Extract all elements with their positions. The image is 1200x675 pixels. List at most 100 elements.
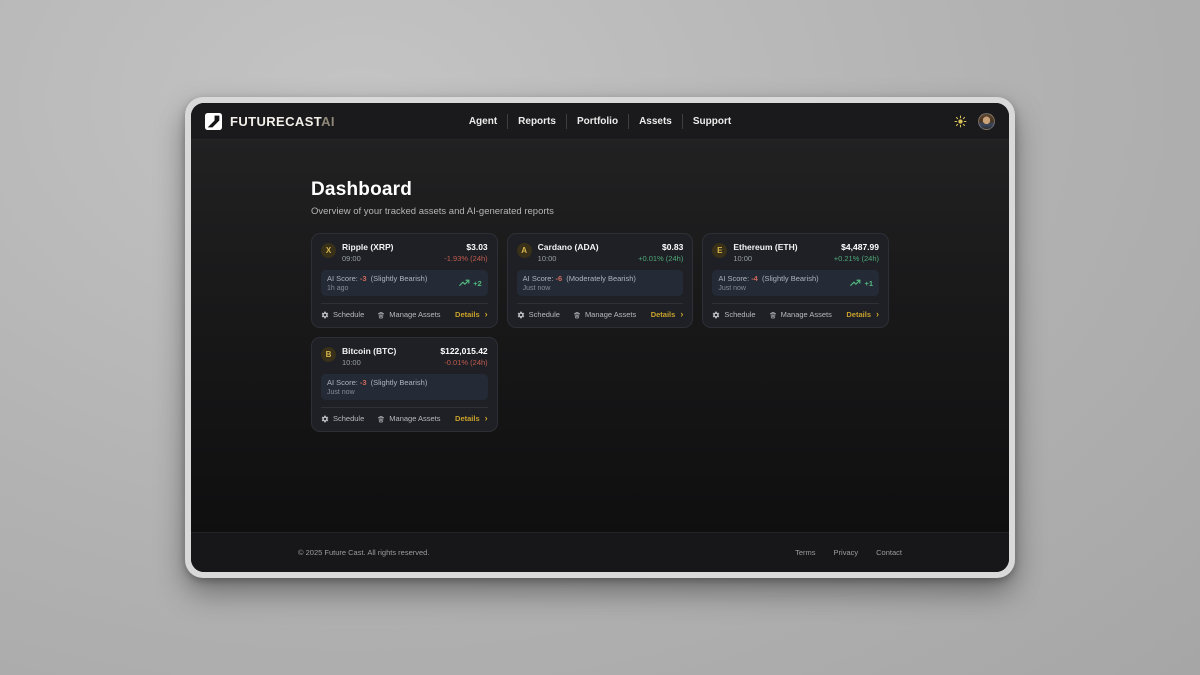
asset-name: Ethereum (ETH) bbox=[733, 242, 797, 252]
ai-score-label: AI Score: bbox=[523, 274, 554, 283]
manage-assets-button[interactable]: Manage Assets bbox=[377, 310, 440, 319]
schedule-button[interactable]: Schedule bbox=[712, 310, 755, 319]
copyright: © 2025 Future Cast. All rights reserved. bbox=[298, 548, 429, 557]
schedule-button[interactable]: Schedule bbox=[321, 414, 364, 423]
details-button[interactable]: Details› bbox=[846, 310, 879, 319]
footer-link-contact[interactable]: Contact bbox=[876, 548, 902, 557]
chevron-right-icon: › bbox=[485, 414, 488, 423]
chevron-right-icon: › bbox=[680, 310, 683, 319]
app-header: FUTURECASTAI Agent Reports Portfolio Ass… bbox=[191, 103, 1009, 140]
main-nav: Agent Reports Portfolio Assets Support bbox=[459, 114, 741, 129]
asset-price: $4,487.99 bbox=[834, 242, 879, 252]
details-button[interactable]: Details› bbox=[651, 310, 684, 319]
brand: FUTURECASTAI bbox=[205, 113, 459, 130]
asset-card-ethereum: E Ethereum (ETH) 10:00 $4,487.99 +0.21% … bbox=[702, 233, 889, 328]
asset-coin-icon: A bbox=[517, 243, 532, 258]
asset-price-block: $3.03 -1.93% (24h) bbox=[444, 242, 487, 263]
card-header: E Ethereum (ETH) 10:00 $4,487.99 +0.21% … bbox=[712, 242, 879, 263]
gear-icon bbox=[321, 415, 329, 423]
trend-badge: +2 bbox=[459, 279, 482, 288]
asset-title-block: Ripple (XRP) 09:00 bbox=[342, 242, 393, 263]
page-title: Dashboard bbox=[311, 179, 889, 201]
card-actions: Schedule Manage Assets Details› bbox=[321, 303, 488, 319]
asset-title-block: Cardano (ADA) 10:00 bbox=[538, 242, 599, 263]
ai-sentiment: (Slightly Bearish) bbox=[371, 274, 428, 283]
asset-time: 10:00 bbox=[733, 254, 797, 263]
ai-updated: Just now bbox=[327, 389, 427, 396]
manage-assets-button[interactable]: Manage Assets bbox=[573, 310, 636, 319]
ai-score-value: -3 bbox=[360, 274, 367, 283]
footer-link-terms[interactable]: Terms bbox=[795, 548, 815, 557]
nav-item-reports[interactable]: Reports bbox=[507, 114, 566, 129]
trash-icon bbox=[377, 415, 385, 423]
nav-item-assets[interactable]: Assets bbox=[628, 114, 682, 129]
asset-price: $0.83 bbox=[638, 242, 683, 252]
trend-value: +1 bbox=[864, 279, 873, 288]
manage-assets-button[interactable]: Manage Assets bbox=[377, 414, 440, 423]
asset-change: -0.01% (24h) bbox=[440, 358, 487, 367]
theme-toggle-sun-icon[interactable] bbox=[954, 115, 967, 128]
nav-item-support[interactable]: Support bbox=[682, 114, 741, 129]
asset-change: -1.93% (24h) bbox=[444, 254, 487, 263]
ai-score-label: AI Score: bbox=[327, 274, 358, 283]
card-header: X Ripple (XRP) 09:00 $3.03 -1.93% (24h) bbox=[321, 242, 488, 263]
card-actions: Schedule Manage Assets Details› bbox=[712, 303, 879, 319]
header-right bbox=[741, 113, 995, 130]
asset-time: 09:00 bbox=[342, 254, 393, 263]
card-actions: Schedule Manage Assets Details› bbox=[321, 407, 488, 423]
asset-price: $122,015.42 bbox=[440, 346, 487, 356]
ai-updated: 1h ago bbox=[327, 285, 427, 292]
brand-name: FUTURECASTAI bbox=[230, 114, 335, 129]
asset-coin-icon: X bbox=[321, 243, 336, 258]
details-button[interactable]: Details› bbox=[455, 310, 488, 319]
details-button[interactable]: Details› bbox=[455, 414, 488, 423]
nav-item-portfolio[interactable]: Portfolio bbox=[566, 114, 628, 129]
ai-score-value: -4 bbox=[751, 274, 758, 283]
asset-card-cardano: A Cardano (ADA) 10:00 $0.83 +0.01% (24h) bbox=[507, 233, 694, 328]
asset-time: 10:00 bbox=[538, 254, 599, 263]
asset-name: Bitcoin (BTC) bbox=[342, 346, 396, 356]
ai-score-text: AI Score:-3 (Slightly Bearish) Just now bbox=[327, 378, 427, 396]
manage-assets-button[interactable]: Manage Assets bbox=[769, 310, 832, 319]
footer-link-privacy[interactable]: Privacy bbox=[834, 548, 859, 557]
ai-score-label: AI Score: bbox=[327, 378, 358, 387]
gear-icon bbox=[517, 311, 525, 319]
dashboard-main: Dashboard Overview of your tracked asset… bbox=[191, 140, 1009, 532]
asset-price-block: $122,015.42 -0.01% (24h) bbox=[440, 346, 487, 367]
asset-card-grid: X Ripple (XRP) 09:00 $3.03 -1.93% (24h) bbox=[311, 233, 889, 432]
asset-coin-icon: B bbox=[321, 347, 336, 362]
ai-score-label: AI Score: bbox=[718, 274, 749, 283]
trash-icon bbox=[573, 311, 581, 319]
asset-change: +0.01% (24h) bbox=[638, 254, 683, 263]
ai-score-panel: AI Score:-4 (Slightly Bearish) Just now … bbox=[712, 270, 879, 296]
brand-name-accent: AI bbox=[321, 114, 335, 129]
trash-icon bbox=[377, 311, 385, 319]
user-avatar[interactable] bbox=[978, 113, 995, 130]
asset-title-block: Bitcoin (BTC) 10:00 bbox=[342, 346, 396, 367]
ai-score-panel: AI Score:-6 (Moderately Bearish) Just no… bbox=[517, 270, 684, 296]
asset-price: $3.03 bbox=[444, 242, 487, 252]
schedule-button[interactable]: Schedule bbox=[517, 310, 560, 319]
app-surface: FUTURECASTAI Agent Reports Portfolio Ass… bbox=[191, 103, 1009, 572]
brand-name-main: FUTURECAST bbox=[230, 114, 321, 129]
asset-name: Ripple (XRP) bbox=[342, 242, 393, 252]
gear-icon bbox=[321, 311, 329, 319]
ai-score-panel: AI Score:-3 (Slightly Bearish) 1h ago +2 bbox=[321, 270, 488, 296]
trend-up-icon bbox=[459, 279, 470, 287]
ai-updated: Just now bbox=[523, 285, 636, 292]
nav-item-agent[interactable]: Agent bbox=[459, 114, 507, 129]
trend-value: +2 bbox=[473, 279, 482, 288]
ai-score-value: -6 bbox=[556, 274, 563, 283]
page-subtitle: Overview of your tracked assets and AI-g… bbox=[311, 206, 889, 217]
schedule-button[interactable]: Schedule bbox=[321, 310, 364, 319]
dashboard-container: Dashboard Overview of your tracked asset… bbox=[311, 140, 889, 432]
asset-coin-icon: E bbox=[712, 243, 727, 258]
chevron-right-icon: › bbox=[876, 310, 879, 319]
footer-inner: © 2025 Future Cast. All rights reserved.… bbox=[298, 548, 902, 557]
card-header: A Cardano (ADA) 10:00 $0.83 +0.01% (24h) bbox=[517, 242, 684, 263]
ai-sentiment: (Moderately Bearish) bbox=[566, 274, 636, 283]
app-footer: © 2025 Future Cast. All rights reserved.… bbox=[191, 532, 1009, 572]
asset-name: Cardano (ADA) bbox=[538, 242, 599, 252]
chevron-right-icon: › bbox=[485, 310, 488, 319]
asset-price-block: $0.83 +0.01% (24h) bbox=[638, 242, 683, 263]
